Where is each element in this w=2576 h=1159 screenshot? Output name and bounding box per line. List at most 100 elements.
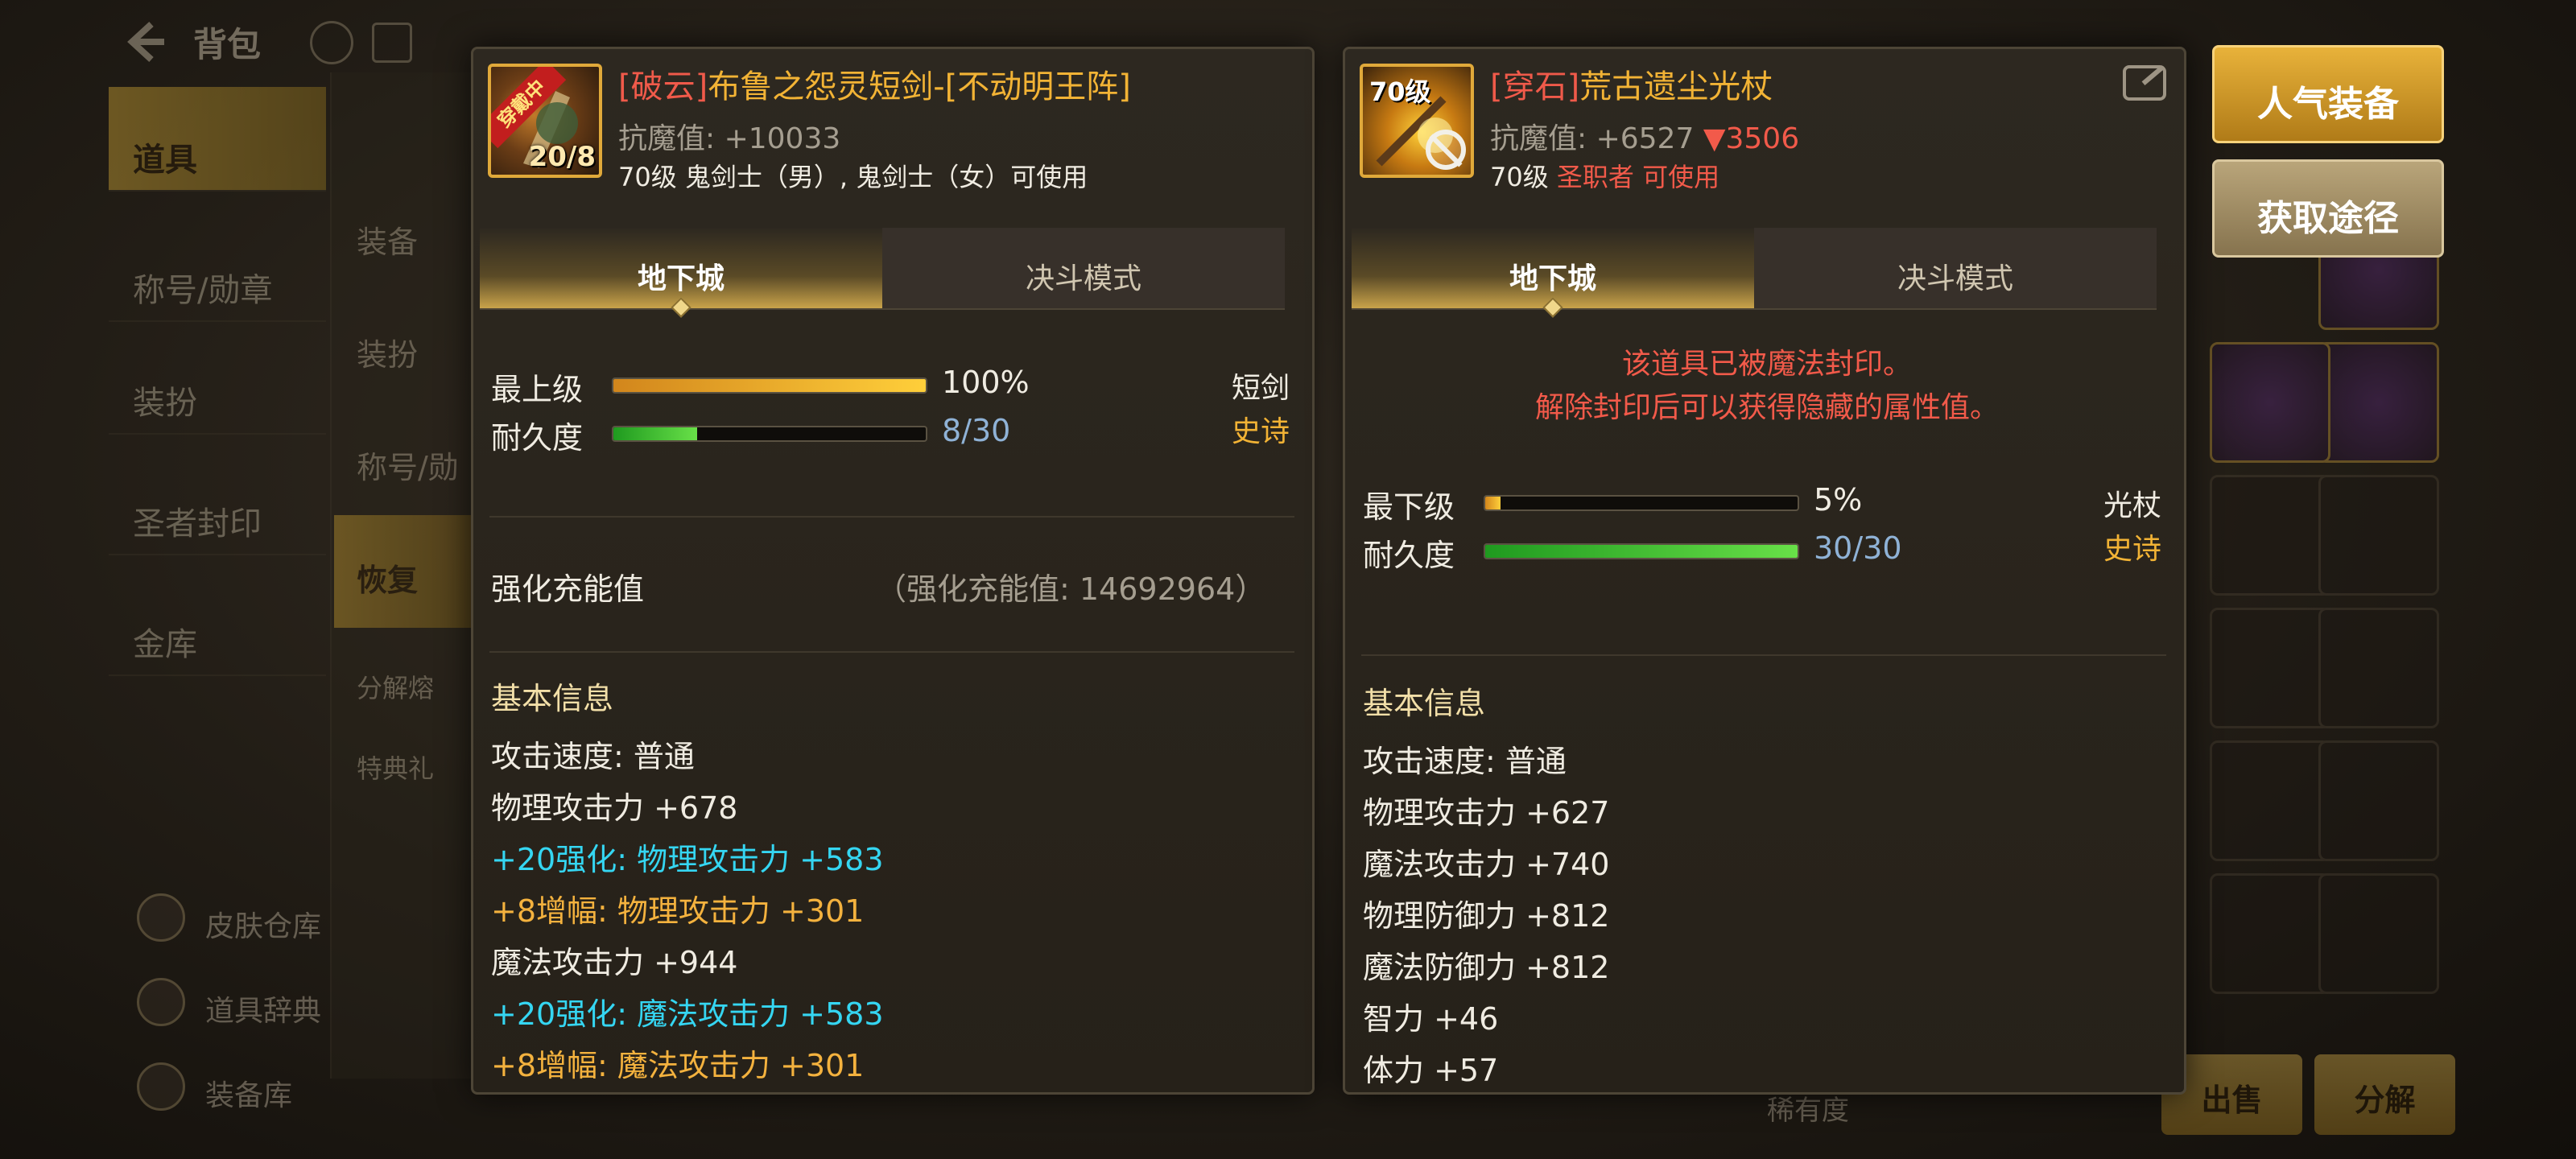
attribute-line: +20强化: 物理攻击力 +583 <box>491 842 884 877</box>
magic-resist: 抗魔值: +10033 <box>618 122 841 155</box>
weapon-category: 短剑 <box>1232 372 1290 405</box>
grade-label: 最下级 <box>1363 489 1455 525</box>
attribute-line: 智力 +46 <box>1363 1001 1499 1037</box>
sub-item-equip[interactable]: 装备 <box>334 177 483 290</box>
sub-item-titles[interactable]: 称号/勋 <box>334 402 483 515</box>
inventory-slot[interactable] <box>2318 740 2439 861</box>
back-arrow-icon[interactable] <box>121 18 169 66</box>
side-menu-item-items[interactable]: 道具 <box>109 87 326 192</box>
inventory-slot[interactable] <box>2210 342 2330 463</box>
help-icon[interactable] <box>310 21 353 64</box>
light-staff-item-icon: 70级 <box>1360 64 1474 178</box>
obtain-route-button[interactable]: 获取途径 <box>2212 159 2444 258</box>
share-icon[interactable] <box>2123 65 2166 101</box>
durability-bar-fill <box>613 427 697 440</box>
attribute-line: +8增幅: 魔法攻击力 +301 <box>491 1048 865 1083</box>
item-rarity: 史诗 <box>1232 415 1290 448</box>
tab-pvp[interactable]: 决斗模式 <box>882 228 1285 308</box>
sub-item-restore[interactable]: 恢复 <box>334 515 483 628</box>
item-title-prefix: [破云] <box>618 68 708 105</box>
attribute-line: 攻击速度: 普通 <box>1363 744 1567 779</box>
divider <box>489 651 1294 653</box>
basic-info-title: 基本信息 <box>491 681 614 716</box>
durability-label: 耐久度 <box>1363 538 1455 573</box>
menu-icon[interactable] <box>372 23 412 63</box>
equipment-library-icon[interactable] <box>137 1062 185 1111</box>
basic-info-list: 攻击速度: 普通物理攻击力 +627 魔法攻击力 +740 物理防御力 +812 魔法… <box>1363 736 1610 1092</box>
weapon-category: 光杖 <box>2103 489 2162 522</box>
item-rarity: 史诗 <box>2103 533 2162 566</box>
durability-bar-fill <box>1485 545 1798 558</box>
enhance-charge-label: 强化充能值 <box>491 571 645 607</box>
basic-info-list: 攻击速度: 普通物理攻击力 +678 +20强化: 物理攻击力 +583 +8增幅… <box>491 732 884 1092</box>
tab-dungeon[interactable]: 地下城 <box>480 228 882 308</box>
item-title: [穿石]荒古遗尘光杖 <box>1490 60 1773 107</box>
inventory-slot[interactable] <box>2210 740 2330 861</box>
side-menu-item-seal[interactable]: 圣者封印 <box>109 451 326 555</box>
inventory-slot[interactable] <box>2318 608 2439 728</box>
short-sword-item-icon: 穿戴中 20/8 <box>488 64 602 178</box>
grade-bar <box>1484 495 1799 511</box>
item-upgrade-count: 20/8 <box>528 141 596 173</box>
item-title-prefix: [穿石] <box>1490 68 1580 105</box>
seal-message-line1: 该道具已被魔法封印。 <box>1621 348 1912 381</box>
inventory-slot[interactable] <box>2210 475 2330 596</box>
item-title-main: 荒古遗尘光杖 <box>1579 68 1773 105</box>
side-menu-item-vault[interactable]: 金库 <box>109 571 326 676</box>
inventory-slot[interactable] <box>2318 873 2439 994</box>
item-title: [破云]布鲁之怨灵短剑-[不动明王阵] <box>618 60 1131 107</box>
magic-resist-line: 抗魔值: +6527 ▼3506 <box>1490 115 1799 157</box>
inventory-slot[interactable] <box>2210 608 2330 728</box>
durability-value: 8/30 <box>942 413 1011 448</box>
usable-level: 70级 <box>1490 162 1549 192</box>
usable-line: 70级 圣职者 可使用 <box>1490 157 1719 194</box>
magic-resist: 抗魔值: +6527 <box>1490 122 1695 155</box>
attribute-line: 攻击速度: 普通 <box>491 739 695 774</box>
mode-tabs: 地下城 决斗模式 <box>480 228 1285 318</box>
attribute-line: 魔法攻击力 +944 <box>491 945 738 980</box>
equipment-library-label[interactable]: 装备库 <box>205 1072 292 1114</box>
grade-label: 最上级 <box>491 372 584 407</box>
skin-storage-icon[interactable] <box>137 893 185 942</box>
attribute-line: +20强化: 魔法攻击力 +583 <box>491 996 884 1032</box>
attribute-line: 魔法攻击力 +740 <box>1363 847 1610 882</box>
popular-equipment-button[interactable]: 人气装备 <box>2212 45 2444 143</box>
attribute-line: 物理攻击力 +678 <box>491 790 738 826</box>
attribute-line: 体力 +57 <box>1363 1053 1499 1088</box>
side-menu-item-avatar[interactable]: 装扮 <box>109 330 326 435</box>
grade-bar-fill <box>1485 497 1501 509</box>
durability-bar <box>612 426 927 442</box>
sub-item-bonus[interactable]: 特典礼 <box>334 708 483 821</box>
item-dictionary-label[interactable]: 道具辞典 <box>205 988 321 1029</box>
attribute-line: 物理防御力 +812 <box>1363 898 1610 934</box>
durability-value: 30/30 <box>1814 530 1902 566</box>
attribute-line: 物理攻击力 +627 <box>1363 795 1610 831</box>
grade-value: 100% <box>942 365 1030 400</box>
enhance-charge-value: （强化充能值: 14692964） <box>876 571 1266 607</box>
magic-resist-diff: ▼3506 <box>1703 122 1800 155</box>
equipped-item-tooltip: 穿戴中 20/8 [破云]布鲁之怨灵短剑-[不动明王阵] 抗魔值: +10033… <box>471 47 1315 1095</box>
tab-pvp[interactable]: 决斗模式 <box>1754 228 2157 308</box>
disassemble-button[interactable]: 分解 <box>2314 1054 2455 1135</box>
usable-classes: 70级 鬼剑士（男）, 鬼剑士（女）可使用 <box>618 162 1088 192</box>
unusable-icon <box>1426 130 1466 170</box>
basic-info-title: 基本信息 <box>1363 686 1486 721</box>
inventory-slot[interactable] <box>2210 873 2330 994</box>
inventory-slot[interactable] <box>2318 342 2439 463</box>
grade-bar <box>612 377 927 394</box>
durability-bar <box>1484 543 1799 559</box>
seal-message-line2: 解除封印后可以获得隐藏的属性值。 <box>1534 391 1999 424</box>
attribute-line: +8增幅: 物理攻击力 +301 <box>491 893 865 929</box>
grade-bar-fill <box>613 379 926 392</box>
divider <box>1361 654 2166 656</box>
attribute-line: 魔法防御力 +812 <box>1363 950 1610 985</box>
divider <box>489 516 1294 518</box>
inventory-slot[interactable] <box>2318 475 2439 596</box>
item-level-badge: 70级 <box>1369 76 1431 107</box>
tab-dungeon[interactable]: 地下城 <box>1352 228 1754 308</box>
skin-storage-label[interactable]: 皮肤仓库 <box>205 903 321 945</box>
sub-item-avatar[interactable]: 装扮 <box>334 290 483 402</box>
item-dictionary-icon[interactable] <box>137 978 185 1026</box>
durability-label: 耐久度 <box>491 420 584 456</box>
side-menu-item-titles[interactable]: 称号/勋章 <box>109 217 326 322</box>
